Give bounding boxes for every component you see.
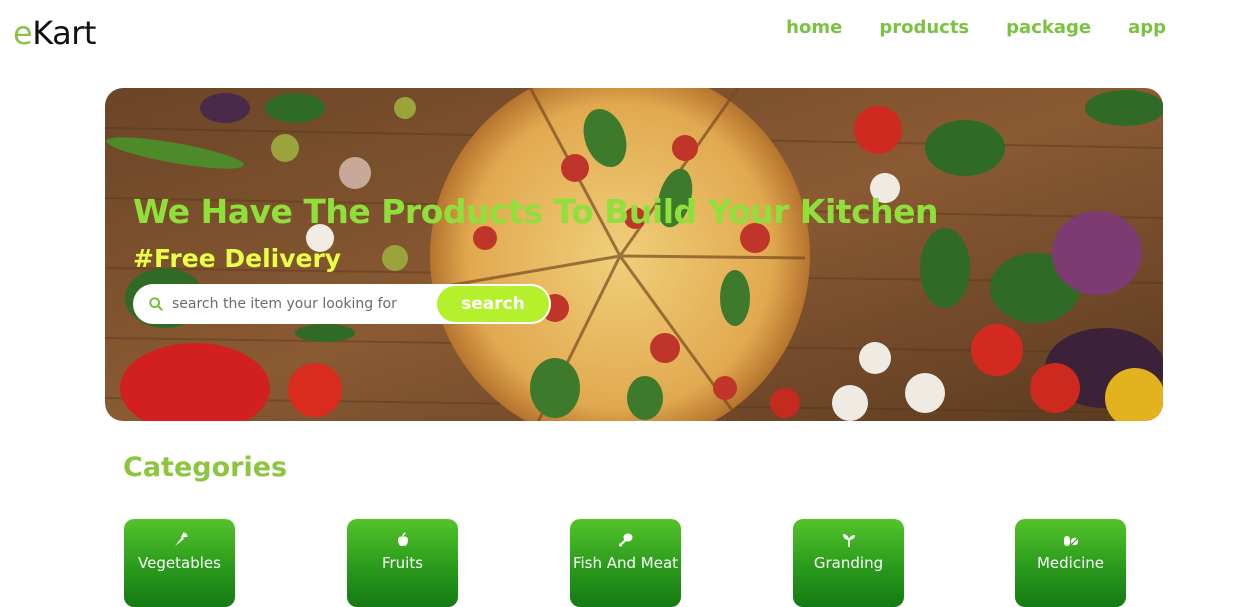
carrot-icon [174, 532, 188, 546]
category-granding[interactable]: Granding [793, 519, 904, 607]
category-label: Granding [813, 554, 884, 572]
seedling-icon [842, 534, 855, 547]
search-button[interactable]: search [437, 286, 549, 322]
category-medicine[interactable]: Medicine [1015, 519, 1126, 607]
logo-text: Kart [32, 14, 96, 52]
category-fish-and-meat[interactable]: Fish And Meat [570, 519, 681, 607]
search-bar: search [133, 284, 551, 324]
hero-subtitle: #Free Delivery [133, 244, 342, 273]
category-label: Fruits [381, 554, 424, 572]
search-input[interactable] [172, 296, 434, 312]
pills-icon [1063, 536, 1078, 546]
search-icon [149, 297, 163, 311]
hero-title: We Have The Products To Build Your Kitch… [133, 192, 939, 231]
category-label: Medicine [1036, 554, 1104, 572]
nav-home[interactable]: home [786, 17, 842, 38]
nav-products[interactable]: products [879, 17, 969, 38]
category-fruits[interactable]: Fruits [347, 519, 458, 607]
logo-prefix: e [13, 14, 33, 52]
categories-title: Categories [123, 452, 288, 483]
category-label: Vegetables [138, 554, 221, 572]
drumstick-icon [618, 533, 632, 547]
apple-icon [397, 532, 408, 546]
nav-package[interactable]: package [1006, 17, 1091, 38]
nav-app[interactable]: app [1128, 17, 1166, 38]
category-vegetables[interactable]: Vegetables [124, 519, 235, 607]
category-label: Fish And Meat [572, 554, 679, 572]
logo[interactable]: eKart [13, 14, 96, 52]
hero-banner: We Have The Products To Build Your Kitch… [105, 88, 1163, 421]
main-nav: home products package app [786, 17, 1166, 38]
